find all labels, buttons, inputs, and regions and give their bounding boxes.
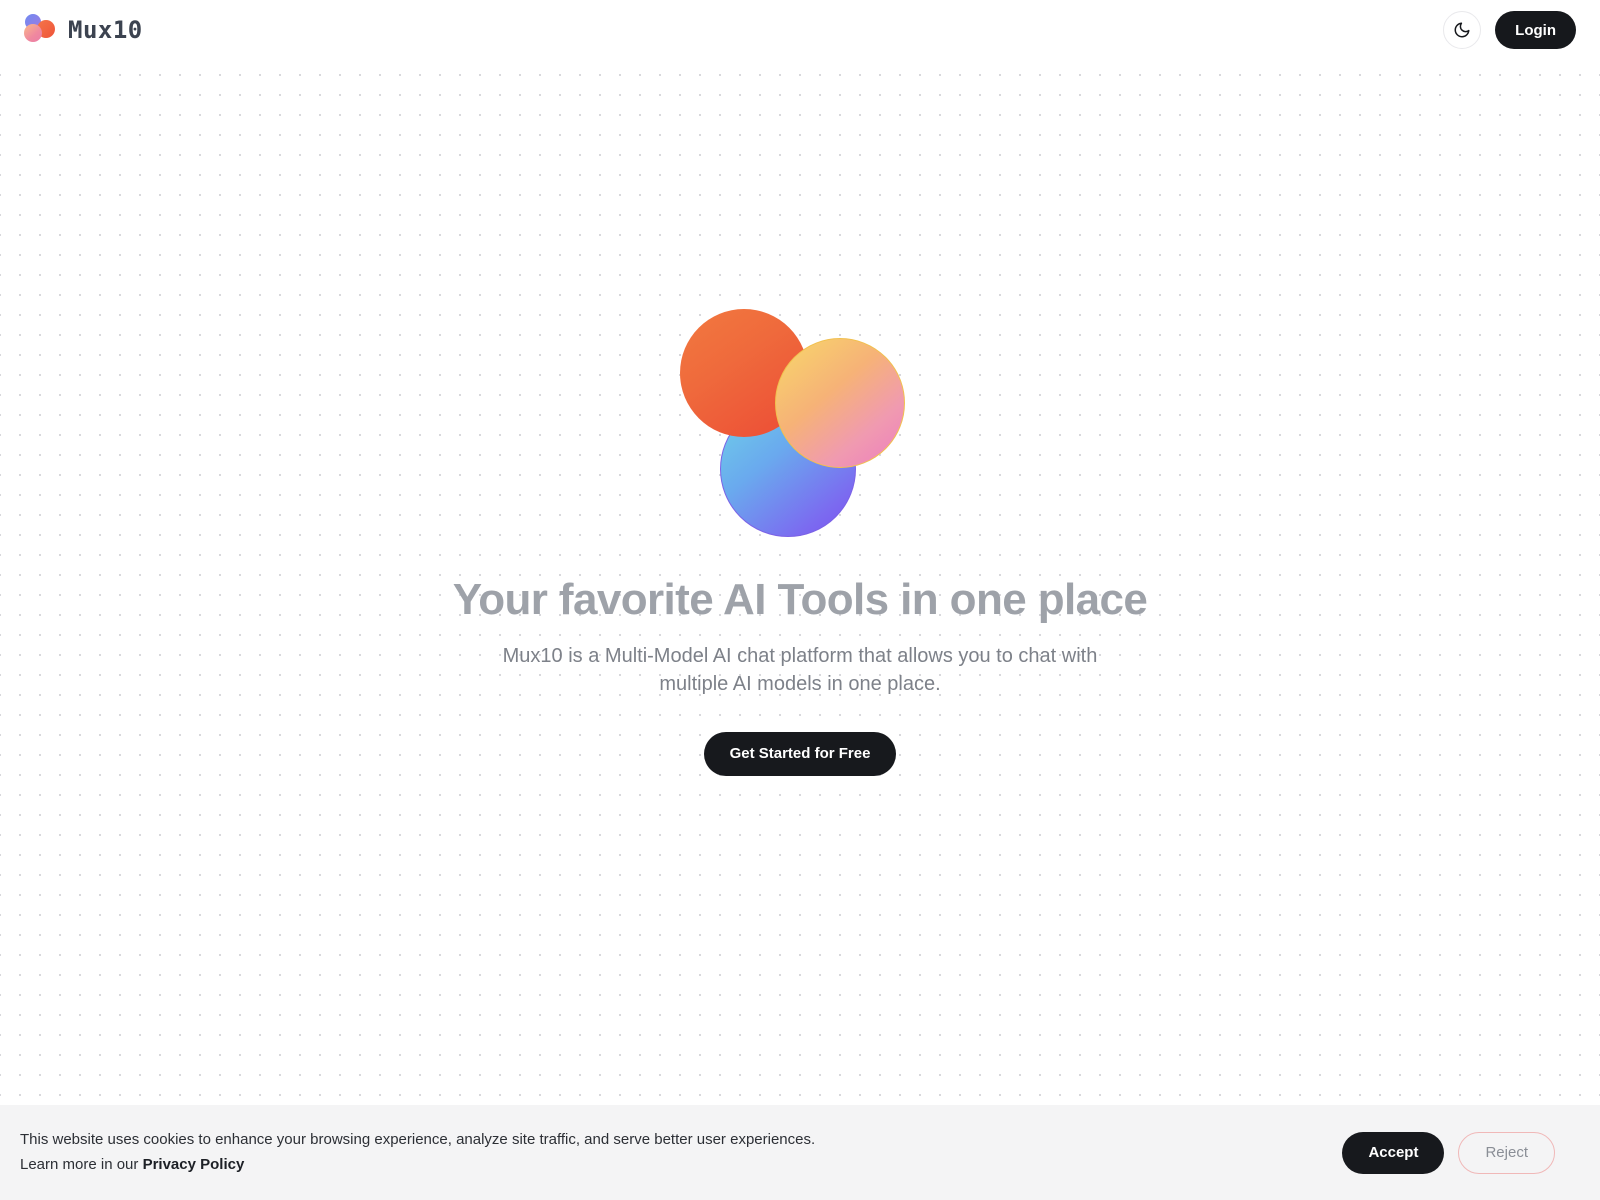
three-circles-logo-icon	[24, 14, 56, 46]
cookie-message-line-2: Learn more in our Privacy Policy	[20, 1153, 815, 1178]
cookie-consent-banner: This website uses cookies to enhance you…	[0, 1105, 1600, 1200]
header-actions: Login	[1443, 11, 1576, 49]
privacy-policy-link[interactable]: Privacy Policy	[143, 1156, 245, 1173]
login-button[interactable]: Login	[1495, 11, 1576, 49]
cookie-actions: Accept Reject	[1342, 1131, 1580, 1174]
theme-toggle-button[interactable]	[1443, 11, 1482, 49]
cookie-message: This website uses cookies to enhance you…	[20, 1128, 815, 1178]
page-title: Your favorite AI Tools in one place	[452, 575, 1148, 625]
cookie-message-line-1: This website uses cookies to enhance you…	[20, 1130, 816, 1148]
hero-subtitle: Mux10 is a Multi-Model AI chat platform …	[502, 644, 1098, 695]
brand-name: Mux10	[68, 16, 143, 44]
site-header: Mux10 Login	[0, 0, 1600, 60]
hero-circle-yellow-pink	[775, 338, 905, 469]
cookie-learn-more-prefix: Learn more in our	[20, 1155, 143, 1173]
hero-three-circles-icon	[680, 309, 920, 539]
hero-section: Your favorite AI Tools in one place Mux1…	[0, 60, 1600, 1105]
get-started-button[interactable]: Get Started for Free	[703, 731, 897, 776]
accept-cookies-button[interactable]: Accept	[1342, 1131, 1445, 1174]
logo-circle-pink	[24, 24, 42, 42]
brand-logo-link[interactable]: Mux10	[24, 14, 143, 46]
moon-icon	[1453, 21, 1471, 39]
reject-cookies-button[interactable]: Reject	[1458, 1131, 1555, 1174]
